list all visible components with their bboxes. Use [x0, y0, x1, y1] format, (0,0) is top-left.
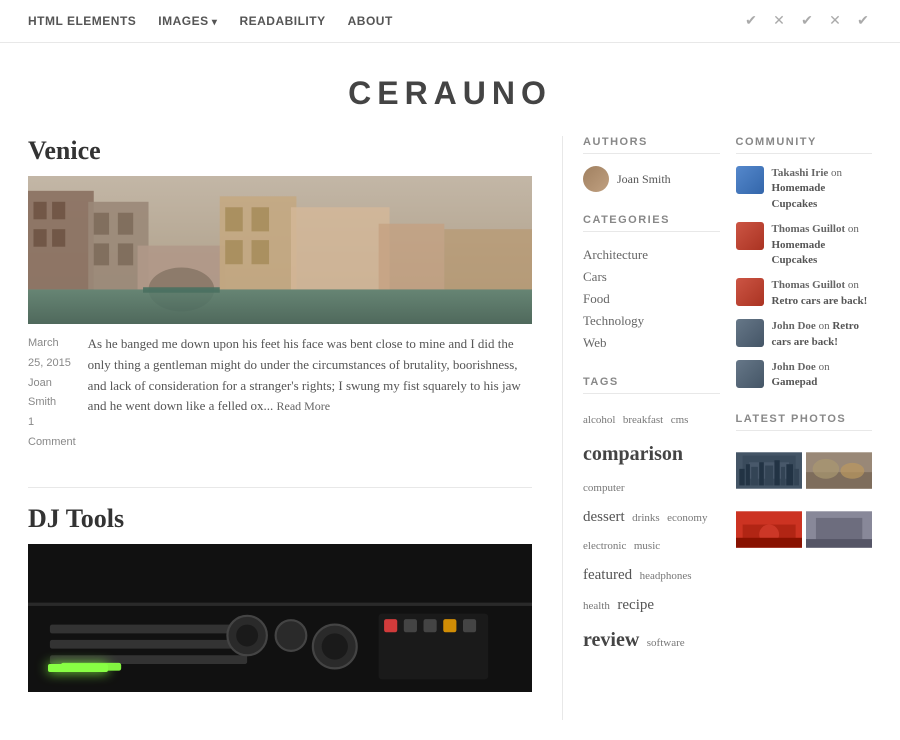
share-icons: ✔ ✕ ✔ ✕ ✔ — [742, 14, 872, 28]
authors-heading: AUTHORS — [583, 136, 720, 154]
article-title-venice: Venice — [28, 136, 532, 166]
article-venice: Venice — [28, 136, 532, 459]
community-item-4: John Doe on Gamepad — [736, 360, 873, 391]
photos-heading: LATEST PHOTOS — [736, 413, 873, 431]
category-food[interactable]: Food — [583, 288, 720, 310]
sidebar: AUTHORS Joan Smith CATEGORIES Architectu… — [562, 136, 872, 720]
tag-breakfast[interactable]: breakfast — [623, 414, 663, 426]
article-body-row-venice: March 25, 2015 Joan Smith 1 Comment As h… — [28, 334, 532, 459]
community-text-3: John Doe on Retro cars are back! — [772, 319, 873, 350]
community-post-1[interactable]: Homemade Cupcakes — [772, 239, 826, 266]
tags-section: TAGS alcohol breakfast cms comparison co… — [583, 376, 720, 660]
photo-3[interactable] — [736, 502, 802, 557]
tags-heading: TAGS — [583, 376, 720, 394]
author-avatar-img — [583, 166, 609, 192]
nav-links: HTML ELEMENTS IMAGES READABILITY ABOUT — [28, 14, 393, 28]
share-icon-3[interactable]: ✔ — [798, 14, 816, 28]
tag-dessert[interactable]: dessert — [583, 509, 625, 525]
community-text-0: Takashi Irie on Homemade Cupcakes — [772, 166, 873, 212]
read-more-venice[interactable]: Read More — [276, 399, 330, 413]
tag-headphones[interactable]: headphones — [640, 570, 692, 582]
community-avatar-1 — [736, 222, 764, 250]
main-column: Venice — [28, 136, 562, 720]
article-image-venice — [28, 176, 532, 324]
share-icon-2[interactable]: ✕ — [770, 14, 788, 28]
article-dj-tools: DJ Tools — [28, 504, 532, 692]
share-icon-1[interactable]: ✔ — [742, 14, 760, 28]
community-item-0: Takashi Irie on Homemade Cupcakes — [736, 166, 873, 212]
community-heading: COMMUNITY — [736, 136, 873, 154]
top-navigation: HTML ELEMENTS IMAGES READABILITY ABOUT ✔… — [0, 0, 900, 43]
community-text-4: John Doe on Gamepad — [772, 360, 873, 391]
community-item-1: Thomas Guillot on Homemade Cupcakes — [736, 222, 873, 268]
nav-readability[interactable]: READABILITY — [239, 14, 325, 28]
article-author: Joan Smith — [28, 374, 76, 414]
community-text-2: Thomas Guillot on Retro cars are back! — [772, 278, 873, 309]
category-web[interactable]: Web — [583, 332, 720, 354]
tags-area: alcohol breakfast cms comparison compute… — [583, 406, 720, 660]
article-image-dj — [28, 544, 532, 692]
nav-html-elements[interactable]: HTML ELEMENTS — [28, 14, 136, 28]
tag-electronic[interactable]: electronic — [583, 540, 626, 552]
community-item-3: John Doe on Retro cars are back! — [736, 319, 873, 350]
nav-about[interactable]: ABOUT — [348, 14, 393, 28]
article-comments: 1 Comment — [28, 413, 76, 453]
category-cars[interactable]: Cars — [583, 266, 720, 288]
tag-review[interactable]: review — [583, 629, 639, 651]
article-excerpt-venice: As he banged me down upon his feet his f… — [88, 334, 532, 459]
community-item-2: Thomas Guillot on Retro cars are back! — [736, 278, 873, 309]
category-architecture[interactable]: Architecture — [583, 244, 720, 266]
tag-music[interactable]: music — [634, 540, 660, 552]
author-item: Joan Smith — [583, 166, 720, 192]
site-title-area: CERAUNO — [0, 43, 900, 136]
community-section: COMMUNITY Takashi Irie on Homemade Cupca… — [736, 136, 873, 391]
photos-grid — [736, 443, 873, 557]
tag-alcohol[interactable]: alcohol — [583, 414, 615, 426]
article-divider — [28, 487, 532, 488]
tag-recipe[interactable]: recipe — [617, 597, 654, 613]
dj-glow — [48, 664, 108, 672]
community-avatar-3 — [736, 319, 764, 347]
photos-section: LATEST PHOTOS — [736, 413, 873, 557]
article-meta-venice: March 25, 2015 Joan Smith 1 Comment — [28, 334, 76, 453]
tag-comparison[interactable]: comparison — [583, 443, 683, 465]
tag-software[interactable]: software — [647, 637, 685, 649]
author-name[interactable]: Joan Smith — [617, 172, 671, 187]
photo-4[interactable] — [806, 502, 872, 557]
tag-cms[interactable]: cms — [671, 414, 689, 426]
content-area: Venice — [0, 136, 900, 740]
article-date: March 25, 2015 — [28, 334, 76, 374]
photo-2[interactable] — [806, 443, 872, 498]
categories-heading: CATEGORIES — [583, 214, 720, 232]
author-avatar — [583, 166, 609, 192]
venice-image-bg — [28, 176, 532, 324]
tag-featured[interactable]: featured — [583, 567, 632, 583]
dj-image-bg — [28, 544, 532, 692]
tag-drinks[interactable]: drinks — [632, 512, 660, 524]
tag-economy[interactable]: economy — [667, 512, 707, 524]
authors-section: AUTHORS Joan Smith — [583, 136, 720, 192]
categories-section: CATEGORIES Architecture Cars Food Techno… — [583, 214, 720, 354]
tag-health[interactable]: health — [583, 600, 610, 612]
article-title-dj: DJ Tools — [28, 504, 532, 534]
community-text-1: Thomas Guillot on Homemade Cupcakes — [772, 222, 873, 268]
category-technology[interactable]: Technology — [583, 310, 720, 332]
community-avatar-0 — [736, 166, 764, 194]
photo-1[interactable] — [736, 443, 802, 498]
share-icon-5[interactable]: ✔ — [854, 14, 872, 28]
community-post-0[interactable]: Homemade Cupcakes — [772, 182, 826, 209]
community-avatar-4 — [736, 360, 764, 388]
nav-images[interactable]: IMAGES — [158, 14, 217, 28]
site-title: CERAUNO — [0, 75, 900, 112]
community-avatar-2 — [736, 278, 764, 306]
community-post-2[interactable]: Retro cars are back! — [772, 295, 868, 307]
sidebar-two-col: AUTHORS Joan Smith CATEGORIES Architectu… — [583, 136, 872, 682]
community-post-4[interactable]: Gamepad — [772, 376, 818, 388]
sidebar-left: AUTHORS Joan Smith CATEGORIES Architectu… — [583, 136, 720, 682]
tag-computer[interactable]: computer — [583, 482, 625, 494]
sidebar-right: COMMUNITY Takashi Irie on Homemade Cupca… — [736, 136, 873, 682]
share-icon-4[interactable]: ✕ — [826, 14, 844, 28]
